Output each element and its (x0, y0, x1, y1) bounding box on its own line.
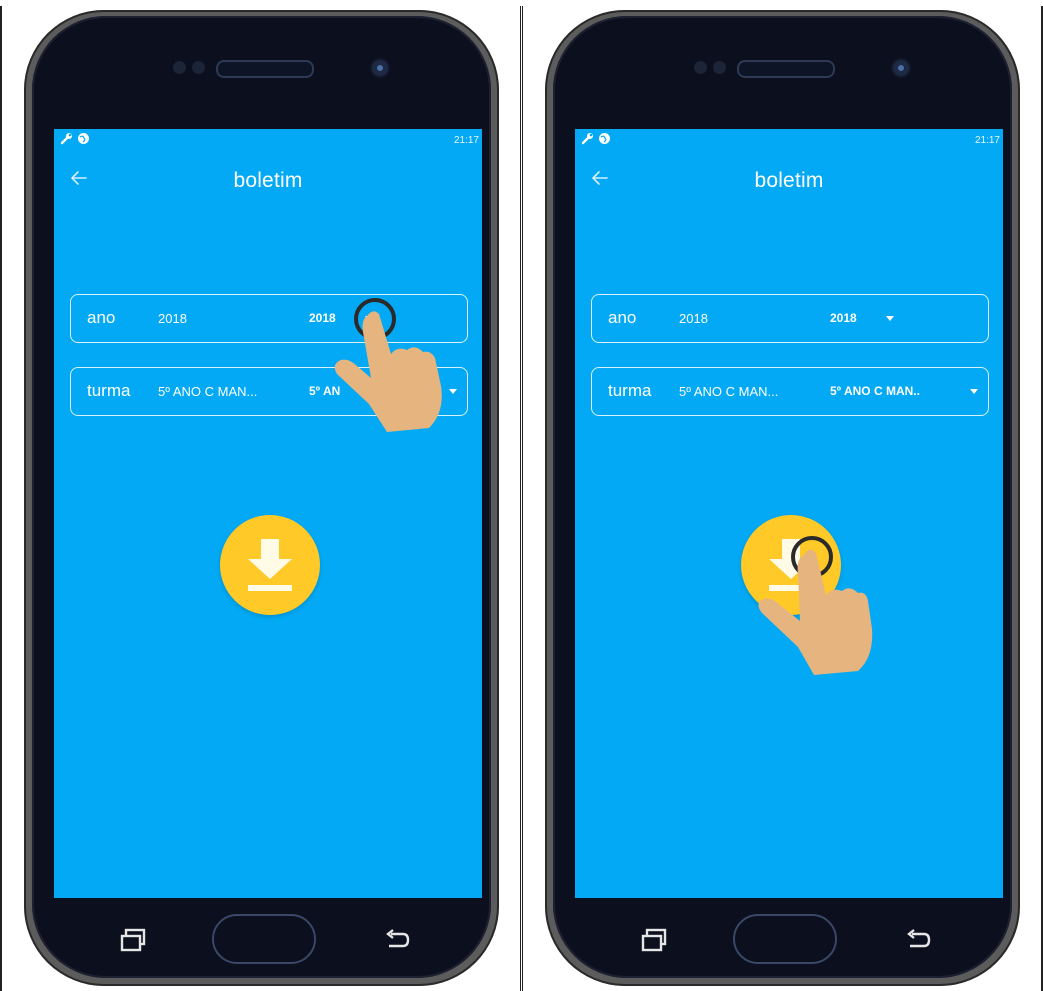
left-panel: 21:17 boletim ano 2018 2018 turma 5º ANO… (0, 6, 521, 991)
ano-label: ano (87, 308, 116, 327)
front-camera-icon (372, 60, 388, 76)
ano-dropdown[interactable]: 2018 (830, 311, 980, 331)
turma-dropdown-value: 5º AN (309, 384, 341, 398)
chevron-down-icon (970, 389, 978, 394)
app-screen: 21:17 boletim ano 2018 2018 turma 5º ANO… (575, 129, 1003, 898)
app-bar: boletim (575, 151, 1003, 207)
status-time: 21:17 (453, 135, 479, 146)
page-title: boletim (754, 169, 824, 192)
phone-bezel: 21:17 boletim ano 2018 2018 turma 5º ANO… (553, 16, 1012, 978)
chevron-down-icon (365, 316, 373, 321)
earpiece-speaker (216, 60, 314, 78)
ano-value: 2018 (158, 311, 187, 326)
globe-icon (599, 133, 610, 144)
ano-label: ano (608, 308, 637, 327)
download-button[interactable] (220, 515, 320, 615)
status-time: 21:17 (974, 135, 1000, 146)
proximity-sensor (694, 61, 707, 74)
status-bar: 21:17 (54, 129, 482, 151)
app-bar: boletim (54, 151, 482, 207)
recents-icon[interactable] (120, 928, 148, 952)
ano-dropdown-value: 2018 (309, 311, 336, 325)
home-button[interactable] (733, 914, 837, 964)
turma-value: 5º ANO C MAN... (679, 384, 779, 399)
light-sensor (713, 61, 726, 74)
turma-dropdown-value: 5º ANO C MAN.. (830, 384, 920, 398)
ano-field: ano 2018 2018 (70, 294, 468, 343)
ano-value: 2018 (679, 311, 708, 326)
globe-icon (78, 133, 89, 144)
wrench-icon (581, 133, 593, 145)
light-sensor (192, 61, 205, 74)
ano-dropdown-value: 2018 (830, 311, 857, 325)
back-icon[interactable] (385, 928, 411, 952)
download-button[interactable] (741, 515, 841, 615)
wrench-icon (60, 133, 72, 145)
ano-dropdown[interactable]: 2018 (309, 311, 459, 331)
phone-bezel: 21:17 boletim ano 2018 2018 turma 5º ANO… (32, 16, 491, 978)
recents-icon[interactable] (641, 928, 669, 952)
turma-dropdown[interactable]: 5º ANO C MAN.. (830, 384, 980, 404)
phone-frame: 21:17 boletim ano 2018 2018 turma 5º ANO… (24, 10, 499, 986)
phone-frame: 21:17 boletim ano 2018 2018 turma 5º ANO… (545, 10, 1020, 986)
chevron-down-icon (886, 316, 894, 321)
download-icon (769, 539, 813, 591)
turma-label: turma (87, 381, 131, 400)
ano-field: ano 2018 2018 (591, 294, 989, 343)
navigation-bar (32, 898, 491, 978)
turma-field: turma 5º ANO C MAN... 5º AN (70, 367, 468, 416)
chevron-down-icon (449, 389, 457, 394)
app-screen: 21:17 boletim ano 2018 2018 turma 5º ANO… (54, 129, 482, 898)
status-bar: 21:17 (575, 129, 1003, 151)
download-icon (248, 539, 292, 591)
proximity-sensor (173, 61, 186, 74)
front-camera-icon (893, 60, 909, 76)
turma-label: turma (608, 381, 652, 400)
earpiece-speaker (737, 60, 835, 78)
turma-field: turma 5º ANO C MAN... 5º ANO C MAN.. (591, 367, 989, 416)
right-panel: 21:17 boletim ano 2018 2018 turma 5º ANO… (522, 6, 1043, 991)
navigation-bar (553, 898, 1012, 978)
turma-dropdown[interactable]: 5º AN (309, 384, 459, 404)
back-icon[interactable] (906, 928, 932, 952)
home-button[interactable] (212, 914, 316, 964)
turma-value: 5º ANO C MAN... (158, 384, 258, 399)
page-title: boletim (233, 169, 303, 192)
